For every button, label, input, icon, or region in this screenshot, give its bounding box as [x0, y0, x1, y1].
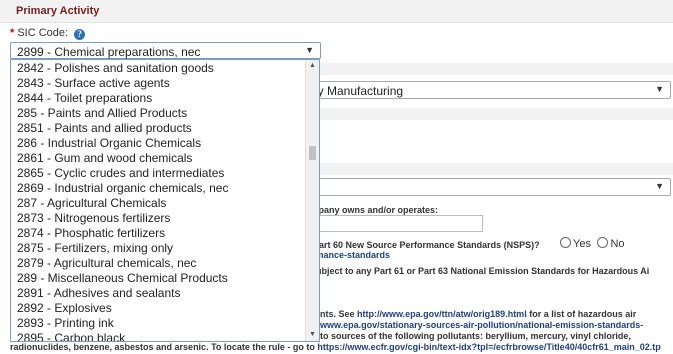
sic-option[interactable]: 2895 - Carbon black [11, 331, 306, 341]
sic-option[interactable]: 2843 - Surface active agents [11, 76, 306, 91]
dropdown-scrollbar[interactable]: ▲ ▼ [305, 60, 319, 341]
hazard-link[interactable]: http://www.epa.gov/ttn/atw/orig189.html [357, 309, 527, 319]
sic-code-dropdown-list[interactable]: 2842 - Polishes and sanitation goods 2843… [10, 59, 320, 342]
sic-option[interactable]: 2842 - Polishes and sanitation goods [11, 61, 306, 76]
sic-option[interactable]: 2865 - Cyclic crudes and intermediates [11, 166, 306, 181]
sic-option[interactable]: 2874 - Phosphatic fertilizers [11, 226, 306, 241]
nsps-question: ny Part 60 New Source Performance Standa… [300, 240, 540, 250]
sic-option[interactable]: 2875 - Fertilizers, mixing only [11, 241, 306, 256]
section-band [300, 63, 673, 75]
section-title: Primary Activity [16, 5, 100, 17]
section-header: Primary Activity [0, 0, 673, 23]
sic-option[interactable]: 287 - Agricultural Chemicals [11, 196, 306, 211]
neshap-question: re subject to any Part 61 or Part 63 Nat… [300, 266, 650, 276]
sic-option[interactable]: 2851 - Paints and allied products [11, 121, 306, 136]
locate-rule-prefix: radionuclides, benzene, asbestos and ars… [10, 342, 318, 352]
sic-code-label-text: SIC Code: [17, 27, 69, 39]
chevron-down-icon: ▼ [305, 45, 314, 55]
sic-code-label: * SIC Code: ? [10, 27, 86, 40]
scroll-up-arrow-icon[interactable]: ▲ [306, 60, 319, 72]
sic-option[interactable]: 2844 - Toilet preparations [11, 91, 306, 106]
yes-radio[interactable] [560, 237, 571, 248]
sic-option[interactable]: 2879 - Agricultural chemicals, nec [11, 256, 306, 271]
sic-option[interactable]: 2893 - Printing ink [11, 316, 306, 331]
no-radio[interactable] [597, 237, 609, 248]
sic-code-options: 2842 - Polishes and sanitation goods 2843… [11, 61, 306, 341]
sic-option[interactable]: 285 - Paints and Allied Products [11, 106, 306, 121]
hazard-prefix: nts. See [320, 309, 358, 319]
chevron-down-icon: ▼ [655, 84, 664, 94]
section-band [300, 108, 673, 120]
yes-label: Yes [573, 238, 591, 250]
naics-selected-value: ery Manufacturing [307, 84, 404, 98]
chevron-down-icon: ▼ [655, 181, 664, 191]
sic-option[interactable]: 289 - Miscellaneous Chemical Products [11, 271, 306, 286]
activity-select[interactable]: ▼ [300, 178, 671, 196]
hazard-suffix: for a list of hazardous air [526, 309, 637, 319]
help-icon[interactable]: ? [74, 29, 86, 40]
sic-code-select[interactable]: 2899 - Chemical preparations, nec ▼ [10, 42, 321, 59]
sic-option[interactable]: 2869 - Industrial organic chemicals, nec [11, 181, 306, 196]
sic-option[interactable]: 2892 - Explosives [11, 301, 306, 316]
nsps-radio-group: Yes No [560, 237, 625, 250]
sic-option[interactable]: 2873 - Nitrogenous fertilizers [11, 211, 306, 226]
no-label: No [610, 238, 625, 250]
ecfr-link[interactable]: https://www.ecfr.gov/cgi-bin/text-idx?tp… [317, 342, 660, 352]
hazardous-air-text: nts. See http://www.epa.gov/ttn/atw/orig… [320, 309, 636, 319]
sic-option[interactable]: 286 - Industrial Organic Chemicals [11, 136, 306, 151]
sic-code-selected-value: 2899 - Chemical preparations, nec [17, 45, 201, 59]
owns-operates-label: company owns and/or operates: [300, 205, 439, 215]
scrollbar-thumb[interactable] [309, 146, 316, 160]
section-band [300, 163, 673, 175]
naics-code-select[interactable]: ery Manufacturing ▼ [300, 81, 671, 99]
owns-operates-input[interactable] [300, 215, 483, 232]
required-mark: * [10, 27, 15, 39]
locate-rule-text: radionuclides, benzene, asbestos and ars… [10, 342, 661, 352]
sic-option[interactable]: 2861 - Gum and wood chemicals [11, 151, 306, 166]
pollutants-text: to sources of the following pollutants: … [320, 331, 631, 341]
sic-option[interactable]: 2891 - Adhesives and sealants [11, 286, 306, 301]
neshap-link[interactable]: www.epa.gov/stationary-sources-air-pollu… [320, 320, 643, 330]
scroll-down-arrow-icon[interactable]: ▼ [306, 329, 319, 341]
